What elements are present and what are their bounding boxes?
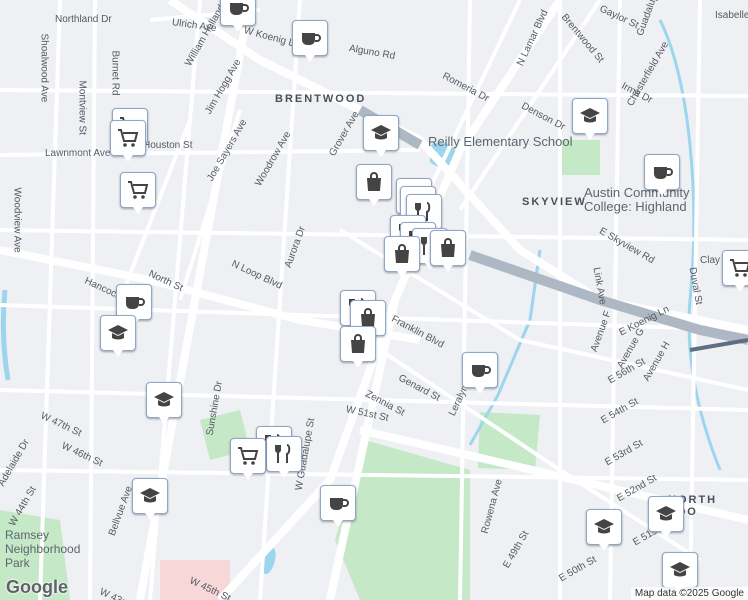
coffee-icon: [230, 3, 249, 15]
shopping-bag-marker[interactable]: [430, 230, 466, 272]
coffee-marker[interactable]: [220, 0, 256, 32]
street-label: Lawnmont Ave: [45, 148, 111, 159]
shopping-bag-marker[interactable]: [384, 236, 420, 278]
street-label: Woodview Ave: [11, 187, 23, 253]
coffee-marker[interactable]: [292, 20, 328, 62]
school-icon: [594, 519, 614, 534]
shopping-bag-marker[interactable]: [356, 164, 392, 206]
coffee-icon: [330, 498, 349, 510]
school-marker[interactable]: [648, 496, 684, 538]
shopping-bag-icon: [441, 238, 455, 257]
shopping-cart-marker[interactable]: [230, 438, 266, 480]
area-label-brentwood: BRENTWOOD: [275, 93, 367, 105]
school-marker[interactable]: [132, 478, 168, 520]
restaurant-marker[interactable]: [266, 436, 302, 478]
shopping-cart-icon: [238, 447, 259, 465]
shopping-cart-icon: [118, 129, 139, 147]
school-icon: [140, 488, 160, 503]
street-label: Shoalwood Ave: [38, 33, 50, 103]
shopping-bag-icon: [351, 334, 365, 353]
shopping-cart-icon: [730, 259, 748, 277]
coffee-icon: [302, 33, 321, 45]
poi-label-ramsey-park[interactable]: Ramsey Neighborhood Park: [5, 528, 85, 570]
school-marker[interactable]: [586, 509, 622, 551]
shopping-bag-marker[interactable]: [340, 326, 376, 368]
coffee-marker[interactable]: [320, 485, 356, 527]
street-label: Montview St: [76, 80, 88, 135]
coffee-icon: [472, 365, 491, 377]
shopping-cart-marker[interactable]: [722, 250, 748, 292]
area-label-skyview: SKYVIEW: [522, 196, 587, 208]
poi-label-reilly-elementary[interactable]: Reilly Elementary School: [428, 134, 573, 149]
school-icon: [580, 108, 600, 123]
poi-label-ramsey-text: Ramsey Neighborhood Park: [5, 528, 81, 570]
shopping-bag-icon: [395, 244, 409, 263]
coffee-marker[interactable]: [462, 352, 498, 394]
shopping-bag-icon: [367, 172, 381, 191]
street-label: Clay: [700, 255, 721, 266]
restaurant-icon: [275, 444, 291, 463]
street-label: Isabelle: [715, 10, 748, 21]
shopping-cart-marker[interactable]: [110, 120, 146, 162]
school-marker[interactable]: [363, 115, 399, 157]
school-marker[interactable]: [572, 98, 608, 140]
coffee-icon: [654, 167, 673, 179]
street-label: Houston St: [143, 140, 193, 151]
map-attribution: Map data ©2025 Google: [630, 587, 748, 600]
shopping-cart-marker[interactable]: [120, 172, 156, 214]
school-marker[interactable]: [662, 552, 698, 594]
map[interactable]: BRENTWOOD SKYVIEW NORTH LOO Reilly Eleme…: [0, 0, 748, 600]
coffee-icon: [126, 297, 145, 309]
school-icon: [670, 562, 690, 577]
coffee-marker[interactable]: [644, 154, 680, 196]
street-label: Burnet Rd: [109, 50, 121, 96]
school-marker[interactable]: [100, 315, 136, 357]
street-label: Northland Dr: [55, 14, 112, 25]
shopping-cart-icon: [128, 181, 149, 199]
school-icon: [371, 125, 391, 140]
school-marker[interactable]: [146, 382, 182, 424]
google-logo: Google: [6, 577, 68, 597]
school-icon: [108, 325, 128, 340]
school-icon: [154, 392, 174, 407]
school-icon: [656, 506, 676, 521]
